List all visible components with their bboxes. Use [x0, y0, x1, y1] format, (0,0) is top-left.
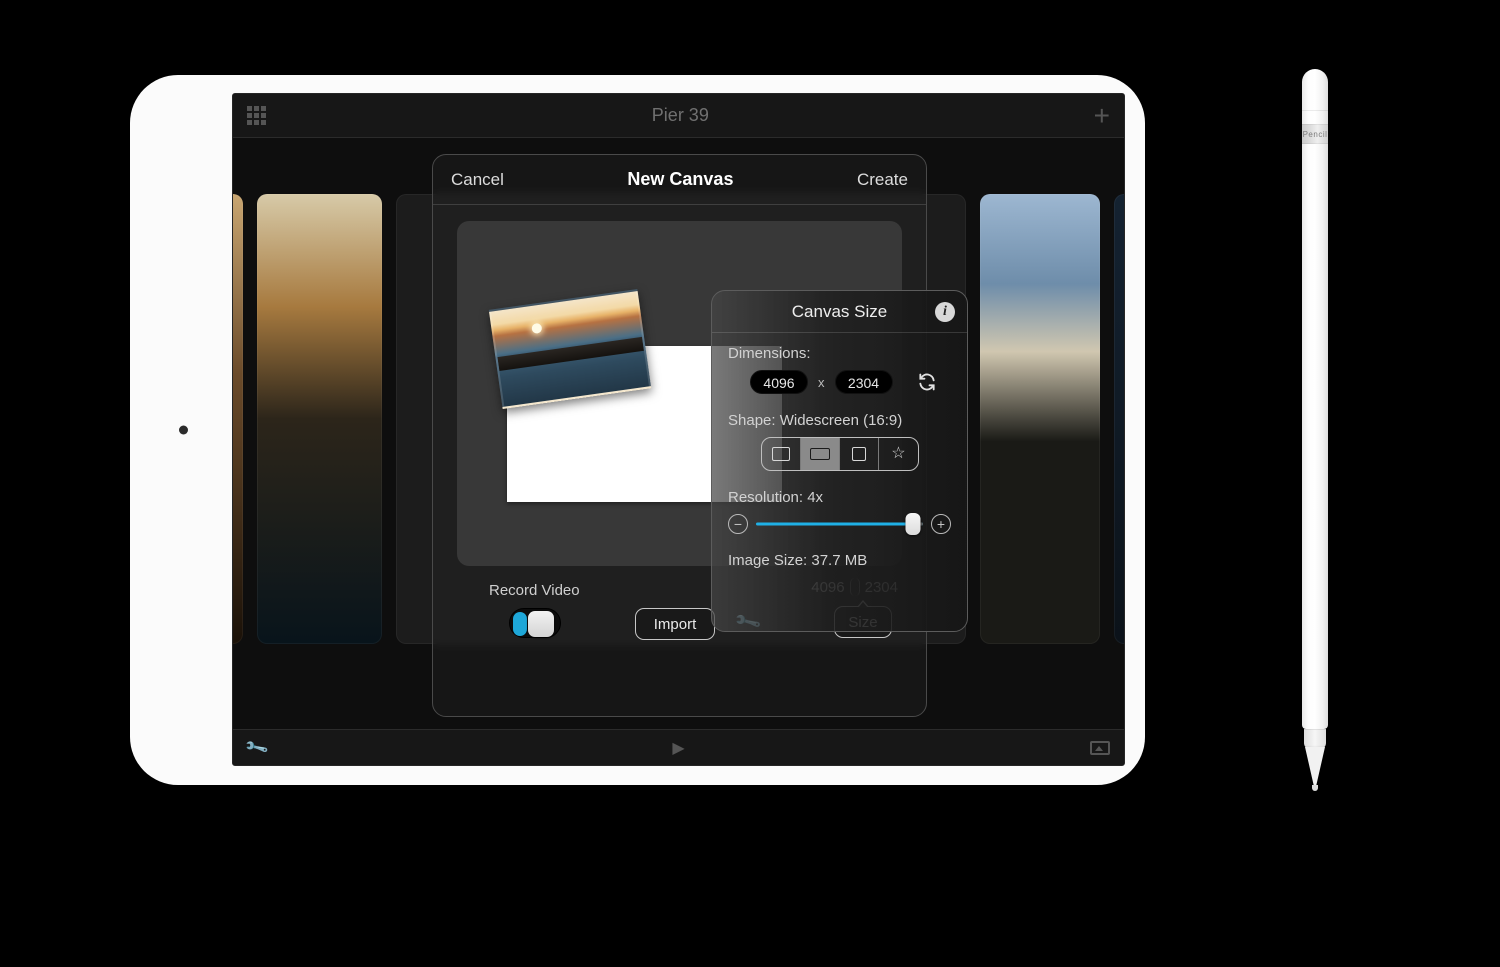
- record-video-toggle[interactable]: [509, 608, 561, 638]
- app-bottombar: 🔧 ▶: [233, 729, 1124, 765]
- picture-icon[interactable]: [1090, 741, 1110, 755]
- slider-thumb[interactable]: [905, 513, 920, 535]
- rectangle-icon: [772, 447, 790, 461]
- resolution-minus-button[interactable]: −: [728, 514, 748, 534]
- canvas-size-popover: Canvas Size i Dimensions: 4096 x 2304: [711, 290, 968, 632]
- toggle-track: [513, 612, 527, 636]
- resolution-label: Resolution: 4x: [728, 489, 951, 506]
- toggle-knob: [528, 611, 554, 637]
- shape-square-button[interactable]: [840, 438, 879, 470]
- pencil-band: Pencil: [1302, 124, 1328, 144]
- gallery-thumb[interactable]: [1114, 194, 1124, 644]
- sun-icon: [531, 323, 542, 334]
- app-screen: Pier 39 + Cancel New Canvas Create: [232, 93, 1125, 766]
- dimension-x-label: x: [818, 375, 825, 390]
- shape-widescreen-button[interactable]: [801, 438, 840, 470]
- pencil-cap: [1302, 69, 1328, 111]
- import-button[interactable]: Import: [635, 608, 715, 640]
- star-icon: ☆: [891, 446, 905, 462]
- popover-header: Canvas Size i: [712, 291, 967, 333]
- imported-photo-thumb[interactable]: [489, 289, 651, 409]
- modal-title: New Canvas: [627, 169, 733, 190]
- record-video-label: Record Video: [489, 582, 580, 599]
- resolution-slider[interactable]: [756, 514, 923, 534]
- ipad-camera: [179, 426, 188, 435]
- pencil-neck: [1304, 729, 1326, 749]
- shape-custom-button[interactable]: ☆: [879, 438, 917, 470]
- import-button-label: Import: [654, 616, 697, 633]
- pencil-band-text: Pencil: [1303, 130, 1328, 139]
- apple-pencil: Pencil: [1298, 69, 1332, 799]
- dimensions-label: Dimensions:: [728, 345, 951, 362]
- ipad-device-frame: Pier 39 + Cancel New Canvas Create: [130, 75, 1145, 785]
- resolution-slider-row: − +: [728, 514, 951, 534]
- popover-title: Canvas Size: [792, 302, 887, 322]
- dimensions-row: 4096 x 2304: [750, 370, 951, 394]
- pencil-body: [1302, 69, 1328, 729]
- gallery-grid-icon[interactable]: [247, 106, 267, 126]
- gallery-thumb[interactable]: [257, 194, 382, 644]
- resolution-plus-button[interactable]: +: [931, 514, 951, 534]
- tools-wrench-icon[interactable]: 🔧: [243, 734, 270, 761]
- project-title: Pier 39: [652, 105, 709, 126]
- image-size-label: Image Size: 37.7 MB: [728, 552, 951, 569]
- width-input[interactable]: 4096: [750, 370, 808, 394]
- pencil-tip: [1305, 747, 1325, 791]
- square-icon: [852, 447, 866, 461]
- create-button[interactable]: Create: [857, 170, 908, 190]
- cancel-button[interactable]: Cancel: [451, 170, 504, 190]
- shape-standard-button[interactable]: [762, 438, 801, 470]
- app-topbar: Pier 39 +: [233, 94, 1124, 138]
- slider-track: [756, 523, 923, 526]
- info-icon[interactable]: i: [935, 302, 955, 322]
- shape-label: Shape: Widescreen (16:9): [728, 412, 951, 429]
- add-icon[interactable]: +: [1094, 102, 1110, 130]
- shape-segmented-control: ☆: [761, 437, 919, 471]
- gallery-thumb[interactable]: [233, 194, 243, 644]
- widescreen-icon: [810, 448, 830, 460]
- swap-dimensions-icon[interactable]: [917, 372, 937, 392]
- gallery-thumb[interactable]: [980, 194, 1100, 644]
- modal-header: Cancel New Canvas Create: [433, 155, 926, 205]
- play-icon[interactable]: ▶: [672, 738, 684, 758]
- height-input[interactable]: 2304: [835, 370, 893, 394]
